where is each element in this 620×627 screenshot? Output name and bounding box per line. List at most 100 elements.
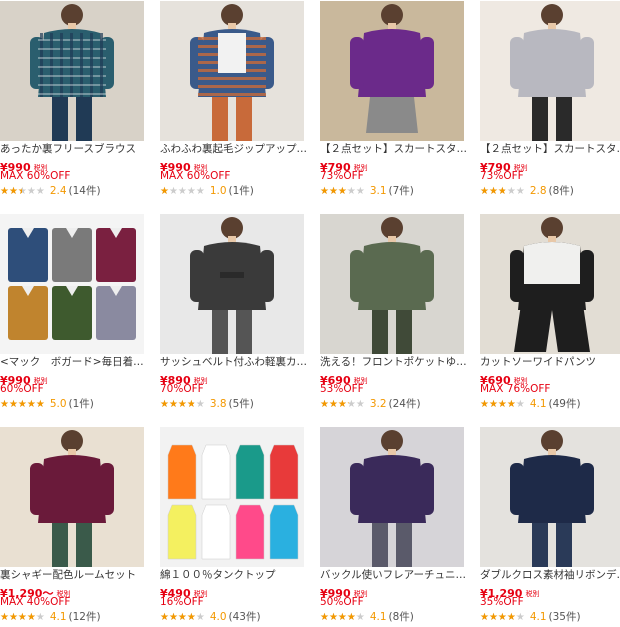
product-title[interactable]: バックル使いフレアーチュニ… xyxy=(320,568,470,582)
price-row: ¥790 税別 xyxy=(320,156,368,174)
review-count[interactable]: (49件) xyxy=(549,398,581,410)
star-rating-fill: ★★★★★ xyxy=(160,399,195,410)
star-rating-fill: ★★★★★ xyxy=(480,612,517,623)
star-rating: ★★★★★★★★★★ xyxy=(0,186,45,197)
rating-row: ★★★★★★★★★★ 4.1(12件) xyxy=(0,609,101,623)
star-rating-fill: ★★★★★ xyxy=(0,186,22,197)
review-count[interactable]: (5件) xyxy=(229,398,254,410)
rating-score: 4.1 xyxy=(369,611,387,623)
rating-score: 4.1 xyxy=(49,611,67,623)
rating-score: 5.0 xyxy=(49,398,67,410)
product-image[interactable] xyxy=(480,1,620,141)
discount-label: 53%OFF xyxy=(320,383,364,395)
rating-score: 2.4 xyxy=(49,185,67,197)
star-rating: ★★★★★★★★★★ xyxy=(480,186,525,197)
rating-row: ★★★★★★★★★★ 3.8(5件) xyxy=(160,396,254,410)
review-count[interactable]: (1件) xyxy=(229,185,254,197)
price-row: ¥1,290〜 税別 xyxy=(0,582,70,600)
product-title[interactable]: 【２点セット】スカートスタ… xyxy=(320,142,470,156)
rating-row: ★★★★★★★★★★ 3.2(24件) xyxy=(320,396,421,410)
product-card[interactable]: 【２点セット】スカートスタ…¥790税別73%OFF ★★★★★★★★★★ 3.1(… xyxy=(320,1,467,201)
discount-label: 60%OFF xyxy=(0,383,44,395)
product-card[interactable]: 綿１００％タンクトップ¥490税別16%OFF★★★★★★★★★★4.0(43件… xyxy=(160,427,304,627)
tax-label: 税別 xyxy=(525,590,540,598)
rating-score: 3.2 xyxy=(369,398,387,410)
product-title[interactable]: ダブルクロス素材袖リボンデ… xyxy=(480,568,620,582)
rating-score: 1.0 xyxy=(209,185,227,197)
rating-row: ★★★★★★★★★★ 4.1(49件) xyxy=(480,396,581,410)
product-title[interactable]: カットソーワイドパンツ xyxy=(480,355,620,369)
review-count[interactable]: (7件) xyxy=(389,185,414,197)
product-image[interactable] xyxy=(160,1,304,141)
product-card[interactable]: ふわふわ裏起毛ジップアップ…¥990税別MAX 60%OFF★★★★★★★★★★… xyxy=(160,1,307,201)
discount-label: 73%OFF xyxy=(480,170,524,182)
product-image[interactable] xyxy=(0,214,144,354)
product-title[interactable]: あったか裏フリースブラウス xyxy=(0,142,150,156)
rating-score: 3.8 xyxy=(209,398,227,410)
price-row: ¥790 税別 xyxy=(480,156,528,174)
rating-row: ★★★★★ ★★★★★ 5.0 (1件) xyxy=(0,396,94,410)
discount-label: 50%OFF xyxy=(320,596,364,608)
star-rating-fill: ★★★★★ xyxy=(320,186,348,197)
rating-score: 4.1 xyxy=(529,398,547,410)
product-title[interactable]: ふわふわ裏起毛ジップアップ… xyxy=(160,142,310,156)
star-rating: ★★★★★★★★★★ xyxy=(480,399,525,410)
product-card[interactable]: バックル使いフレアーチュニ…¥990税別50%OFF★★★★★★★★★★4.1(… xyxy=(320,427,466,627)
discount-label: 16%OFF xyxy=(160,596,204,608)
product-card[interactable]: あったか裏フリースブラウス¥990税別MAX 60%OFF★★★★★★★★★★2… xyxy=(0,1,144,201)
product-image[interactable] xyxy=(160,214,304,354)
rating-row: ★★★★★★★★★★ 3.1(7件) xyxy=(320,183,414,197)
price-row: ¥990 税別 xyxy=(160,156,208,174)
star-rating: ★★★★★★★★★★ xyxy=(320,612,365,623)
star-rating: ★★★★★★★★★★ xyxy=(320,399,365,410)
product-card[interactable]: ダブルクロス素材袖リボンデ…¥1,290税別35%OFF ★★★★★★★★★★ 4.… xyxy=(480,427,620,627)
review-count[interactable]: (8件) xyxy=(549,185,574,197)
review-count[interactable]: (1件) xyxy=(69,398,94,410)
star-rating-fill: ★★★★★ xyxy=(0,612,37,623)
product-image[interactable] xyxy=(0,427,144,567)
star-rating: ★★★★★★★★★★ xyxy=(0,399,45,410)
star-rating-fill: ★★★★★ xyxy=(480,186,506,197)
star-rating-fill: ★★★★★ xyxy=(320,399,349,410)
star-rating: ★★★★★★★★★★ xyxy=(320,186,365,197)
product-title[interactable]: 【２点セット】スカートスタ… xyxy=(480,142,620,156)
price-row: ¥490 税別 xyxy=(160,582,208,600)
review-count[interactable]: (8件) xyxy=(389,611,414,623)
star-rating-fill: ★★★★★ xyxy=(0,399,45,410)
product-title[interactable]: <マック ボガード>毎日着… xyxy=(0,355,150,369)
product-card[interactable]: 【２点セット】スカートスタ…¥790税別73%OFF ★★★★★★★★★★ 2.8(… xyxy=(480,1,620,201)
price-row: ¥890 税別 xyxy=(160,369,208,387)
product-card[interactable]: カットソーワイドパンツ¥690税別MAX 76%OFF ★★★★★★★★★★ 4.1… xyxy=(480,214,620,414)
star-rating-fill: ★★★★★ xyxy=(320,612,357,623)
review-count[interactable]: (14件) xyxy=(69,185,101,197)
product-title[interactable]: 裏シャギー配色ルームセット xyxy=(0,568,150,582)
product-image[interactable] xyxy=(480,427,620,567)
product-title[interactable]: 洗える！フロントポケットゆ… xyxy=(320,355,470,369)
review-count[interactable]: (35件) xyxy=(549,611,581,623)
product-image[interactable] xyxy=(160,427,304,567)
price-row: ¥690 税別 xyxy=(320,369,368,387)
product-title[interactable]: 綿１００％タンクトップ xyxy=(160,568,310,582)
review-count[interactable]: (12件) xyxy=(69,611,101,623)
discount-label: MAX 40%OFF xyxy=(0,596,71,608)
discount-label: MAX 60%OFF xyxy=(0,170,71,182)
rating-score: 4.0 xyxy=(209,611,227,623)
rating-row: ★★★★★★★★★★ 2.8(8件) xyxy=(480,183,574,197)
product-card[interactable]: 裏シャギー配色ルームセット ¥1,290〜 税別 MAX 40%OFF ★★★★★ ★★★… xyxy=(0,427,144,627)
review-count[interactable]: (43件) xyxy=(229,611,261,623)
product-card[interactable]: サッシュベルト付ふわ軽裏カ…¥890税別70%OFF ★★★★★★★★★★ 3.8(… xyxy=(160,214,307,414)
review-count[interactable]: (24件) xyxy=(389,398,421,410)
product-card[interactable]: <マック ボガード>毎日着… ¥990 税別 60%OFF ★★★★★ ★★★★★ 5.0(… xyxy=(0,214,144,414)
product-title[interactable]: サッシュベルト付ふわ軽裏カ… xyxy=(160,355,310,369)
rating-score: 2.8 xyxy=(529,185,547,197)
product-image[interactable] xyxy=(320,427,464,567)
product-image[interactable] xyxy=(320,1,464,141)
product-image[interactable] xyxy=(320,214,464,354)
product-card[interactable]: 洗える！フロントポケットゆ…¥690税別53%OFF ★★★★★★★★★★ 3.2(… xyxy=(320,214,467,414)
product-image[interactable] xyxy=(0,1,144,141)
rating-score: 3.1 xyxy=(369,185,387,197)
rating-score: 4.1 xyxy=(529,611,547,623)
product-image[interactable] xyxy=(480,214,620,354)
rating-row: ★★★★★★★★★★ 4.1(35件) xyxy=(480,609,581,623)
discount-label: MAX 76%OFF xyxy=(480,383,551,395)
